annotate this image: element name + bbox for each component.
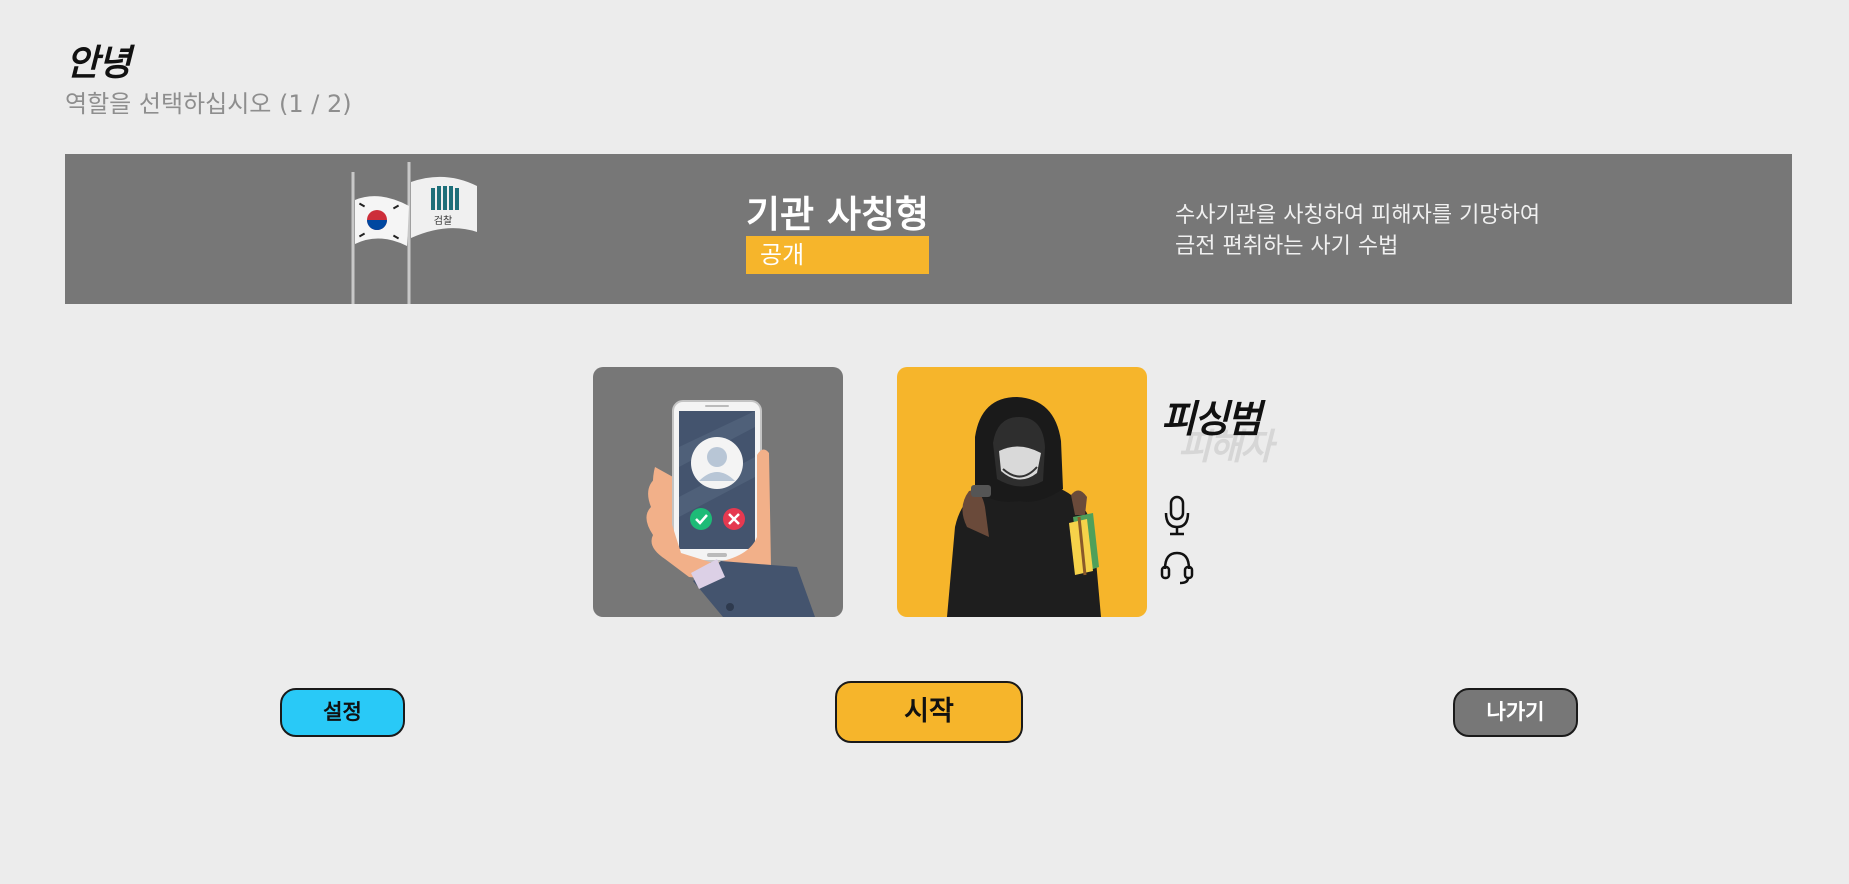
victim-role-card[interactable] — [593, 367, 843, 617]
exit-button[interactable]: 나가기 — [1453, 688, 1578, 737]
scammer-role-card[interactable] — [897, 367, 1147, 617]
role-select-screen: 안녕 역할을 선택하십시오 (1 / 2) 검찰 기관 사칭형 공개 수사기관을… — [0, 0, 1849, 884]
scenario-name: 기관 사칭형 — [746, 193, 930, 236]
headset-icon[interactable] — [1160, 549, 1194, 585]
role-option-scammer[interactable]: 피싱범 — [1161, 388, 1262, 443]
phone-call-illustration — [646, 400, 815, 617]
page-title: 안녕 — [66, 43, 131, 84]
description-line-1: 수사기관을 사칭하여 피해자를 기망하여 — [1175, 203, 1541, 228]
scenario-banner[interactable]: 검찰 기관 사칭형 공개 수사기관을 사칭하여 피해자를 기망하여 금전 편취하… — [65, 154, 1792, 304]
flag-text: 검찰 — [434, 215, 452, 227]
scenario-tag-badge: 공개 — [746, 236, 929, 274]
scenario-description: 수사기관을 사칭하여 피해자를 기망하여 금전 편취하는 사기 수법 — [1175, 200, 1540, 262]
flags-illustration: 검찰 — [351, 162, 477, 304]
description-line-2: 금전 편취하는 사기 수법 — [1175, 234, 1399, 259]
microphone-icon[interactable] — [1162, 495, 1192, 537]
hooded-scammer-illustration — [947, 397, 1101, 617]
settings-button[interactable]: 설정 — [280, 688, 405, 737]
page-subtitle: 역할을 선택하십시오 (1 / 2) — [65, 90, 352, 118]
start-button[interactable]: 시작 — [835, 681, 1023, 743]
